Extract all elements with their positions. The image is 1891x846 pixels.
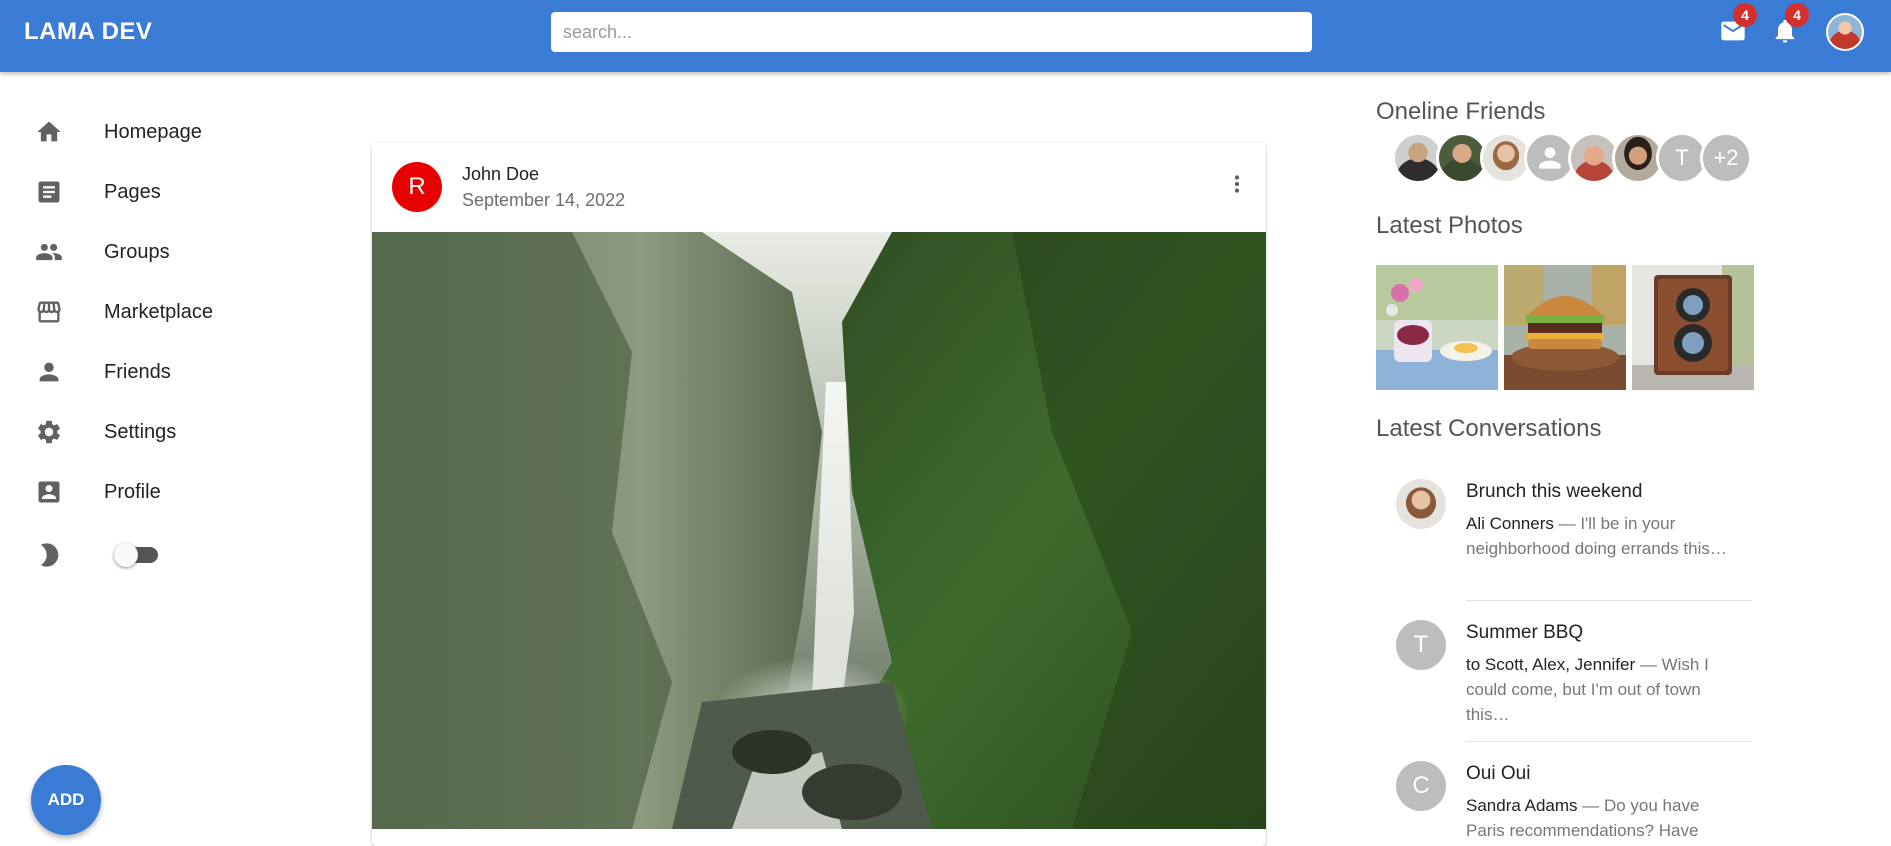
notifications-badge: 4 (1785, 3, 1809, 27)
conversation-preview: Ali Conners — I'll be in your neighborho… (1466, 511, 1736, 561)
storefront-icon (34, 297, 64, 327)
sidebar-item-friends[interactable]: Friends (0, 347, 300, 397)
conversation-item[interactable]: C Oui Oui Sandra Adams — Do you have Par… (1376, 761, 1752, 846)
app-logo[interactable]: LAMA DEV (24, 18, 152, 46)
sidebar-item-profile[interactable]: Profile (0, 467, 300, 517)
conversation-preview: to Scott, Alex, Jennifer — Wish I could … (1466, 652, 1736, 727)
post-image-waterfall (372, 232, 1266, 829)
conversation-title: Summer BBQ (1466, 622, 1584, 643)
latest-photo[interactable] (1504, 265, 1626, 390)
sidebar-item-groups[interactable]: Groups (0, 227, 300, 277)
photo-burger (1504, 265, 1626, 390)
sidebar-item-label: Profile (104, 480, 161, 503)
add-button[interactable]: ADD (31, 765, 101, 835)
conversation-title: Brunch this weekend (1466, 481, 1643, 502)
sidebar-item-homepage[interactable]: Homepage (0, 107, 300, 157)
search-input[interactable] (551, 12, 1312, 52)
latest-photo[interactable] (1632, 265, 1754, 390)
sidebar: Homepage Pages Groups Marketplace Friend… (0, 72, 330, 846)
home-icon (34, 117, 64, 147)
online-friends-title: Oneline Friends (1376, 98, 1546, 125)
conversation-avatar (1396, 479, 1446, 529)
conversation-item[interactable]: Brunch this weekend Ali Conners — I'll b… (1376, 479, 1752, 609)
group-icon (34, 237, 64, 267)
conversation-participants: to Scott, Alex, Jennifer (1466, 655, 1636, 674)
sidebar-item-label: Settings (104, 420, 177, 443)
article-icon (34, 177, 64, 207)
gear-icon (34, 417, 64, 447)
conversation-item[interactable]: T Summer BBQ to Scott, Alex, Jennifer — … (1376, 620, 1752, 750)
post-date: September 14, 2022 (462, 190, 626, 210)
moon-icon (34, 540, 64, 570)
sidebar-item-settings[interactable]: Settings (0, 407, 300, 457)
person-icon (1539, 147, 1561, 169)
latest-photo[interactable] (1376, 265, 1498, 390)
conversation-avatar: T (1396, 620, 1446, 670)
conversation-title: Oui Oui (1466, 763, 1531, 784)
conversation-participants: Sandra Adams (1466, 796, 1578, 815)
rightbar: Oneline Friends T +2 Latest Photos Lates… (1376, 72, 1776, 846)
notifications-button[interactable]: 4 (1770, 3, 1809, 46)
conversation-divider (1466, 600, 1752, 601)
conversation-avatar: C (1396, 761, 1446, 811)
sidebar-item-label: Groups (104, 240, 170, 263)
sidebar-item-label: Friends (104, 360, 171, 383)
mail-badge: 4 (1733, 3, 1757, 27)
post-options-button[interactable] (1220, 167, 1254, 201)
photo-breakfast (1376, 265, 1498, 390)
post-author: John Doe (462, 164, 540, 184)
user-avatar[interactable] (1826, 13, 1864, 51)
sidebar-item-label: Marketplace (104, 300, 213, 323)
dark-mode-switch[interactable] (114, 542, 164, 568)
mail-button[interactable]: 4 (1718, 3, 1757, 46)
sidebar-item-marketplace[interactable]: Marketplace (0, 287, 300, 337)
more-vertical-icon (1234, 175, 1240, 193)
photo-camera (1632, 265, 1754, 390)
sidebar-item-pages[interactable]: Pages (0, 167, 300, 217)
latest-photos-title: Latest Photos (1376, 212, 1523, 239)
conversation-preview: Sandra Adams — Do you have Paris recomme… (1466, 793, 1736, 843)
post-author-avatar[interactable]: R (392, 162, 442, 212)
switch-thumb (114, 543, 138, 567)
latest-conversations-title: Latest Conversations (1376, 415, 1602, 442)
top-navbar: LAMA DEV 4 4 (0, 0, 1891, 72)
person-icon (34, 357, 64, 387)
conversation-participants: Ali Conners (1466, 514, 1554, 533)
conversation-divider (1466, 741, 1752, 742)
sidebar-item-label: Pages (104, 180, 161, 203)
more-friends-avatar[interactable]: +2 (1700, 132, 1752, 184)
account-box-icon (34, 477, 64, 507)
post-card: R John Doe September 14, 2022 (372, 143, 1266, 846)
sidebar-item-dark-mode (0, 530, 300, 580)
sidebar-item-label: Homepage (104, 120, 202, 143)
